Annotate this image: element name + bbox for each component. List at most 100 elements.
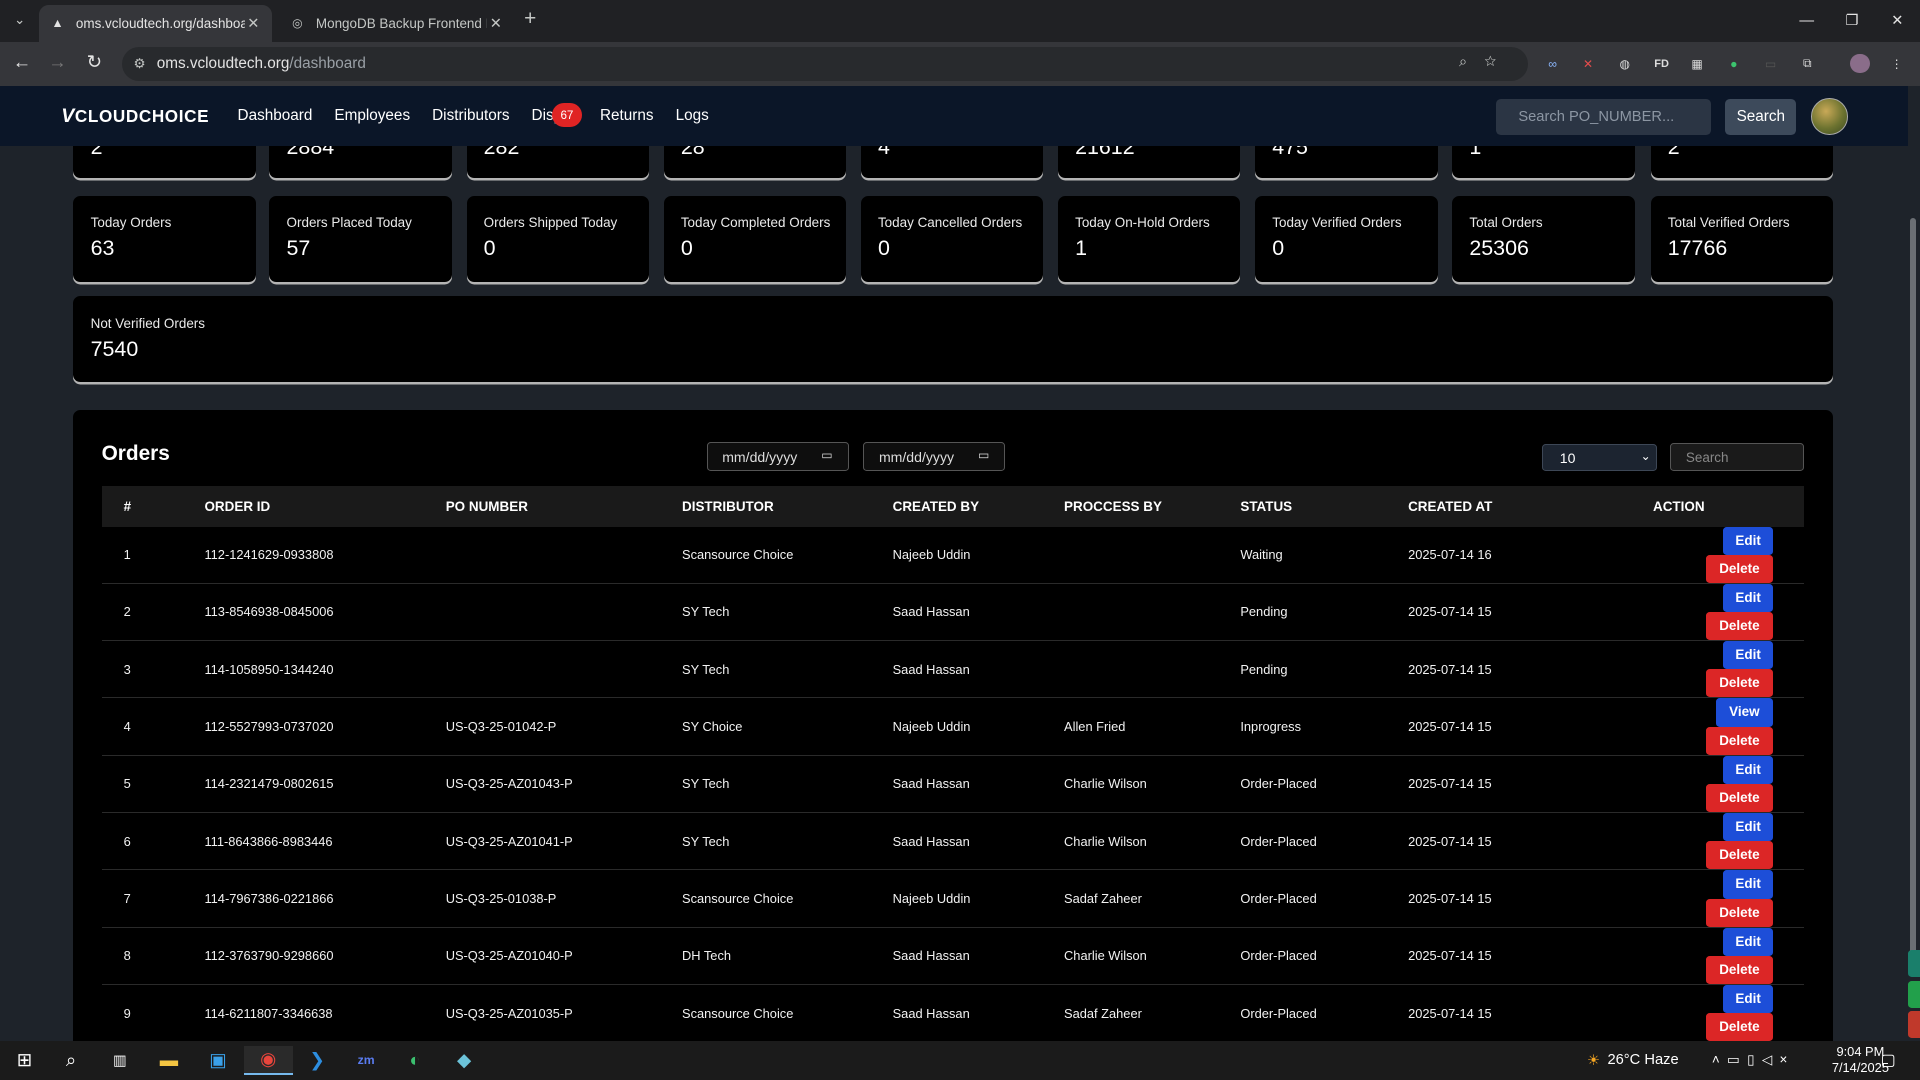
column-header[interactable]: PO NUMBER bbox=[446, 486, 682, 526]
site-info-icon[interactable]: ⚙ bbox=[122, 56, 156, 72]
stat-card: Today Verified Orders 0 bbox=[1255, 195, 1438, 282]
delete-button[interactable]: Delete bbox=[1705, 726, 1774, 755]
column-header[interactable]: CREATED AT bbox=[1408, 486, 1653, 526]
minimize-icon[interactable]: — bbox=[1784, 0, 1829, 42]
start-windows-icon[interactable]: ⊞ bbox=[0, 1046, 49, 1075]
table-search-input[interactable]: Search bbox=[1670, 443, 1804, 472]
extension-box-icon[interactable]: ▭ bbox=[1761, 54, 1781, 74]
column-header[interactable]: ACTION bbox=[1653, 486, 1804, 526]
weather-widget[interactable]: ☀ 26°C Haze bbox=[1587, 1041, 1679, 1080]
brand-logo[interactable]: VCLOUDCHOICE bbox=[61, 105, 209, 128]
browser-menu-icon[interactable]: ⋮ bbox=[1887, 54, 1907, 74]
tab-inactive[interactable]: ◎ MongoDB Backup Frontend Int ✕ bbox=[279, 5, 514, 42]
table-row[interactable]: 9 114-6211807-3346638 US-Q3-25-AZ01035-P Sc… bbox=[101, 984, 1804, 1041]
view-button[interactable]: View bbox=[1715, 698, 1774, 727]
page-size-select[interactable]: 10 ⌄ bbox=[1541, 444, 1657, 472]
table-row[interactable]: 1 112-1241629-0933808 Scansource Choice Naj… bbox=[101, 526, 1804, 584]
nav-distributors[interactable]: Distributors bbox=[432, 107, 509, 125]
date-to-input[interactable]: mm/dd/yyyy ▭ bbox=[863, 442, 1006, 472]
table-row[interactable]: 4 112-5527993-0737020 US-Q3-25-01042-P SY C… bbox=[101, 697, 1804, 756]
cell-po: US-Q3-25-AZ01041-P bbox=[445, 812, 682, 871]
side-widget-green[interactable] bbox=[1907, 980, 1920, 1008]
delete-button[interactable]: Delete bbox=[1705, 955, 1774, 984]
nav-returns[interactable]: Returns bbox=[600, 107, 654, 125]
table-row[interactable]: 7 114-7967386-0221866 US-Q3-25-01038-P Scan… bbox=[101, 869, 1804, 928]
edit-button[interactable]: Edit bbox=[1723, 985, 1774, 1014]
delete-button[interactable]: Delete bbox=[1705, 898, 1774, 927]
edit-button[interactable]: Edit bbox=[1723, 641, 1774, 670]
tab-active[interactable]: ▲ oms.vcloudtech.org/dashboard ✕ bbox=[39, 4, 272, 42]
edit-button[interactable]: Edit bbox=[1723, 927, 1774, 956]
delete-button[interactable]: Delete bbox=[1705, 841, 1774, 870]
extension-x-icon[interactable]: ✕ bbox=[1578, 54, 1598, 74]
column-header[interactable]: ORDER ID bbox=[204, 486, 445, 526]
cell-process-by: Allen Fried bbox=[1064, 697, 1241, 756]
restore-icon[interactable]: ❐ bbox=[1829, 0, 1874, 42]
system-tray-icons[interactable]: ˄▭▯◁× bbox=[1712, 1041, 1795, 1080]
calendar-icon[interactable]: ▭ bbox=[821, 448, 833, 462]
store-icon[interactable]: ▣ bbox=[193, 1046, 242, 1075]
notifications-icon[interactable]: ▢ bbox=[1864, 1046, 1913, 1075]
side-widget-red[interactable] bbox=[1907, 1011, 1920, 1039]
edit-button[interactable]: Edit bbox=[1723, 870, 1774, 899]
table-row[interactable]: 2 113-8546938-0845006 SY Tech Saad Hassan Pe… bbox=[101, 583, 1804, 642]
column-header[interactable]: PROCCESS BY bbox=[1064, 486, 1240, 526]
po-search-button[interactable]: Search bbox=[1725, 99, 1797, 135]
profile-avatar-icon[interactable] bbox=[1850, 53, 1870, 74]
close-tab-icon[interactable]: ✕ bbox=[487, 15, 504, 32]
delete-button[interactable]: Delete bbox=[1705, 669, 1774, 698]
column-header[interactable]: CREATED BY bbox=[893, 486, 1064, 526]
mongodb-compass-icon[interactable]: ◐ bbox=[391, 1046, 440, 1075]
edit-button[interactable]: Edit bbox=[1723, 813, 1774, 842]
address-bar[interactable]: ⚙ oms.vcloudtech.org/dashboard ⌕☆ bbox=[122, 46, 1529, 81]
table-row[interactable]: 8 112-3763790-9298660 US-Q3-25-AZ01040-P DH… bbox=[101, 927, 1804, 985]
back-icon[interactable]: ← bbox=[10, 51, 34, 73]
table-row[interactable]: 3 114-1058950-1344240 SY Tech Saad Hassan Pe… bbox=[101, 640, 1804, 699]
taskbar-search-icon[interactable]: ⌕ bbox=[47, 1046, 96, 1075]
cell-po bbox=[445, 526, 682, 584]
zoom-bookmark-icons[interactable]: ⌕☆ bbox=[1459, 54, 1514, 70]
po-search-input[interactable]: Search PO_NUMBER... bbox=[1496, 99, 1711, 135]
close-window-icon[interactable]: ✕ bbox=[1875, 0, 1920, 42]
zoom-app-icon[interactable]: zm bbox=[342, 1046, 391, 1075]
extension-green-icon[interactable]: ● bbox=[1724, 54, 1744, 74]
cell-status: Order-Placed bbox=[1240, 984, 1409, 1041]
delete-button[interactable]: Delete bbox=[1705, 783, 1774, 813]
extensions-puzzle-icon[interactable]: ⧉ bbox=[1798, 54, 1818, 74]
extension-globe-icon[interactable]: ◍ bbox=[1615, 54, 1635, 74]
edit-button[interactable]: Edit bbox=[1723, 583, 1774, 612]
nav-dashboard[interactable]: Dashboard bbox=[238, 107, 313, 125]
column-header[interactable]: STATUS bbox=[1240, 486, 1408, 526]
delete-button[interactable]: Delete bbox=[1705, 554, 1774, 583]
date-from-input[interactable]: mm/dd/yyyy ▭ bbox=[706, 442, 849, 472]
edit-button[interactable]: Edit bbox=[1723, 755, 1774, 784]
delete-button[interactable]: Delete bbox=[1705, 1013, 1774, 1041]
column-header[interactable]: # bbox=[102, 486, 205, 526]
extension-fd-icon[interactable]: FD bbox=[1652, 54, 1672, 74]
scrollbar-thumb[interactable] bbox=[1910, 217, 1917, 963]
page-scrollbar[interactable] bbox=[1907, 85, 1920, 1041]
cell-action: EditDelete bbox=[1652, 869, 1804, 928]
column-header[interactable]: DISTRIBUTOR bbox=[682, 486, 893, 526]
vscode-icon[interactable]: ❯ bbox=[293, 1046, 342, 1075]
task-view-icon[interactable]: ▥ bbox=[96, 1046, 145, 1075]
delete-button[interactable]: Delete bbox=[1705, 611, 1774, 641]
extension-glasses-icon[interactable]: ∞ bbox=[1543, 54, 1563, 74]
new-tab-icon[interactable]: + bbox=[524, 7, 536, 31]
user-avatar[interactable] bbox=[1811, 97, 1848, 135]
nav-logs[interactable]: Logs bbox=[676, 107, 709, 125]
table-row[interactable]: 6 111-8643866-8983446 US-Q3-25-AZ01041-P SY… bbox=[101, 812, 1804, 871]
side-widget-teal[interactable] bbox=[1907, 950, 1920, 978]
tab-search-chevron-icon[interactable]: ⌄ bbox=[7, 7, 31, 31]
table-row[interactable]: 5 114-2321479-0802615 US-Q3-25-AZ01043-P SY… bbox=[101, 755, 1804, 814]
app-diamond-icon[interactable]: ◆ bbox=[440, 1046, 489, 1075]
forward-icon[interactable]: → bbox=[45, 51, 69, 73]
nav-employees[interactable]: Employees bbox=[334, 107, 410, 125]
calendar-icon[interactable]: ▭ bbox=[978, 448, 990, 462]
edit-button[interactable]: Edit bbox=[1723, 526, 1774, 555]
chrome-icon[interactable]: ◉ bbox=[243, 1045, 293, 1076]
file-explorer-icon[interactable]: ▬ bbox=[144, 1046, 193, 1075]
extension-image-icon[interactable]: ▦ bbox=[1687, 54, 1707, 74]
reload-icon[interactable]: ↻ bbox=[82, 51, 106, 73]
close-tab-icon[interactable]: ✕ bbox=[245, 15, 262, 32]
